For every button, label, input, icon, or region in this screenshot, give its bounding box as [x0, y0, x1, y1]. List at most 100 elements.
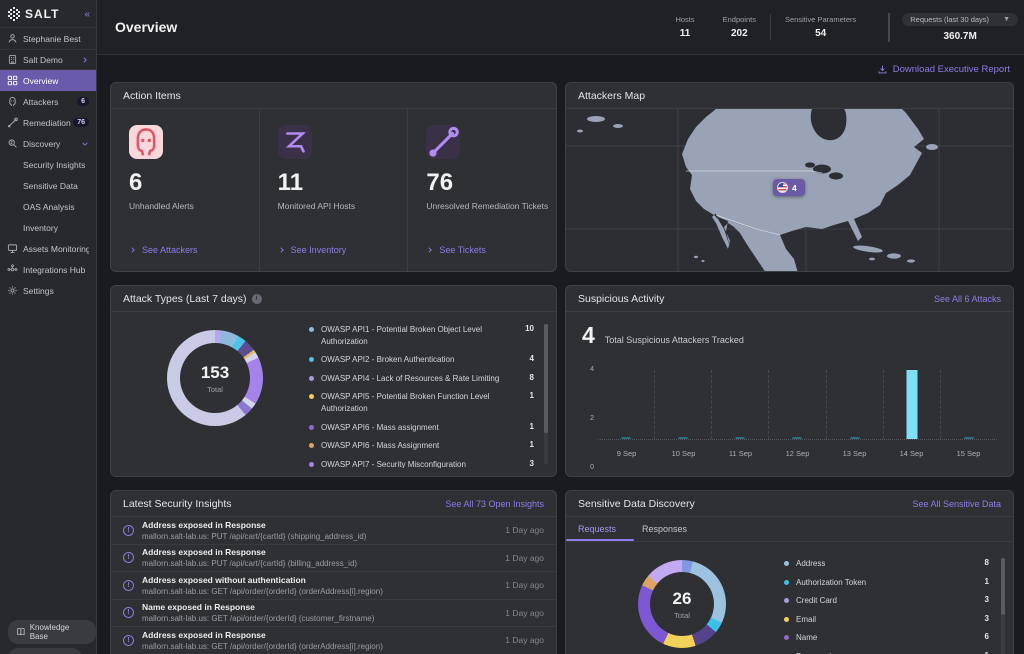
legend-dot — [309, 462, 314, 467]
sidebar-item-label: Attackers — [23, 97, 77, 107]
insight-time: 1 Day ago — [505, 525, 544, 535]
sidebar-item-security-insights[interactable]: Security Insights — [0, 154, 96, 175]
attackers-map-title: Attackers Map — [578, 90, 645, 102]
see-all-attacks-link[interactable]: See All 6 Attacks — [934, 294, 1001, 304]
insight-title: Address exposed in Response — [142, 520, 497, 530]
suspicious-activity-panel: Suspicious Activity See All 6 Attacks 4 … — [565, 285, 1014, 477]
legend-item: OWASP API2 - Broken Authentication4 — [309, 354, 534, 366]
attack-types-donut-chart[interactable]: 153 Total — [167, 330, 263, 426]
sidebar-item-label: Settings — [23, 286, 89, 296]
world-map[interactable]: 4 — [566, 109, 1013, 271]
see-all-insights-link[interactable]: See All 73 Open Insights — [445, 499, 544, 509]
legend-value: 8 — [975, 558, 989, 567]
insight-row[interactable]: !Address exposed in Responsemallorn.salt… — [111, 545, 556, 573]
insight-row[interactable]: !Address exposed in Responsemallorn.salt… — [111, 627, 556, 654]
download-report-link[interactable]: Download Executive Report — [877, 64, 1010, 75]
insight-title: Name exposed in Response — [142, 602, 497, 612]
action-card-link[interactable]: See Inventory — [278, 245, 347, 255]
tab-responses[interactable]: Responses — [642, 517, 687, 541]
knowledge-base-button[interactable]: Knowledge Base — [8, 620, 96, 644]
alert-circle-icon: ! — [123, 552, 134, 563]
action-card-label: Monitored API Hosts — [278, 201, 408, 211]
action-card-link[interactable]: See Tickets — [426, 245, 486, 255]
see-all-sensitive-link[interactable]: See All Sensitive Data — [912, 499, 1001, 509]
salt-logo-icon — [7, 7, 21, 21]
sidebar-item-assets-monitoring[interactable]: Assets Monitoring — [0, 238, 96, 259]
insight-time: 1 Day ago — [505, 580, 544, 590]
gear-icon — [7, 285, 18, 296]
map-attacker-marker[interactable]: 4 — [773, 179, 805, 196]
stat-label: Hosts — [675, 15, 694, 24]
info-icon[interactable]: i — [252, 294, 262, 304]
user-menu[interactable]: Stephanie Best — [0, 28, 96, 49]
sidebar-item-inventory[interactable]: Inventory — [0, 217, 96, 238]
legend-value: 1 — [975, 577, 989, 586]
monitor-icon — [7, 243, 18, 254]
legend-value: 1 — [520, 391, 534, 400]
legend-label: Address — [796, 558, 975, 570]
sidebar-item-integrations-hub[interactable]: Integrations Hub — [0, 259, 96, 280]
attack-types-legend: OWASP API1 - Potential Broken Object Lev… — [309, 324, 534, 468]
legend-item: Address8 — [784, 558, 989, 570]
chevron-down-icon: ▼ — [1003, 16, 1010, 23]
action-card: 6Unhandled AlertsSee Attackers — [111, 109, 259, 271]
legend-label: OWASP API1 - Potential Broken Object Lev… — [321, 324, 520, 347]
sidebar-item-settings[interactable]: Settings — [0, 280, 96, 301]
zero-mark — [964, 437, 973, 439]
org-switcher[interactable]: Salt Demo — [0, 49, 96, 70]
bar-column-13-Sep — [827, 370, 884, 439]
insight-detail: mallorn.salt-lab.us: GET /api/order/{ord… — [142, 587, 497, 596]
legend-label: OWASP API6 - Mass assignment — [321, 422, 520, 434]
x-tick-label: 9 Sep — [598, 449, 655, 458]
sensitive-data-donut-chart[interactable]: 26 Total — [638, 560, 726, 648]
download-icon — [877, 64, 888, 75]
stat-label: Sensitive Parameters — [785, 15, 856, 24]
sidebar-item-discovery[interactable]: Discovery — [0, 133, 96, 154]
sidebar-collapse-icon[interactable]: « — [84, 9, 90, 20]
sidebar-item-sensitive-data[interactable]: Sensitive Data — [0, 175, 96, 196]
legend-value: 1 — [520, 422, 534, 431]
bar-column-14-Sep — [884, 370, 941, 439]
sidebar-item-overview[interactable]: Overview — [0, 70, 96, 91]
legend-dot — [784, 598, 789, 603]
sidebar-item-attackers[interactable]: Attackers6 — [0, 91, 96, 112]
action-card-link[interactable]: See Attackers — [129, 245, 198, 255]
suspicious-bar-chart[interactable] — [598, 370, 997, 440]
zero-mark — [850, 437, 859, 439]
legend-dot — [784, 561, 789, 566]
bar[interactable] — [906, 370, 917, 439]
insight-detail: mallorn.salt-lab.us: GET /api/order/{ord… — [142, 614, 497, 623]
x-tick-label: 13 Sep — [826, 449, 883, 458]
tools-icon — [7, 117, 18, 128]
legend-scrollbar[interactable] — [544, 324, 548, 464]
action-card-link-label: See Attackers — [142, 245, 198, 255]
marker-count: 4 — [792, 183, 797, 193]
requests-range-dropdown[interactable]: Requests (last 30 days) ▼ — [902, 13, 1018, 26]
legend-dot — [309, 376, 314, 381]
stat-hosts: Hosts11 — [661, 15, 708, 39]
sidebar-item-remediation[interactable]: Remediation76 — [0, 112, 96, 133]
sidebar-subitem-label: Inventory — [23, 223, 89, 233]
tab-requests[interactable]: Requests — [578, 517, 616, 541]
sidebar-item-oas-analysis[interactable]: OAS Analysis — [0, 196, 96, 217]
salt-dashboard: SALT « Stephanie Best Salt Demo Overview… — [0, 0, 1024, 654]
insight-row[interactable]: !Address exposed in Responsemallorn.salt… — [111, 517, 556, 545]
sidebar-item-label: Remediation — [23, 118, 73, 128]
legend-scrollbar[interactable] — [1001, 558, 1005, 654]
hub-icon — [7, 264, 18, 275]
person-icon — [7, 33, 18, 44]
sidebar-bottom-button-cutoff[interactable] — [8, 648, 82, 654]
attack-types-panel: Attack Types (Last 7 days) i 153 Total O… — [110, 285, 557, 477]
legend-dot — [309, 394, 314, 399]
legend-label: Credit Card — [796, 595, 975, 607]
legend-item: OWASP API1 - Potential Broken Object Lev… — [309, 324, 534, 347]
attacker-icon — [129, 125, 163, 159]
insight-row[interactable]: !Address exposed without authenticationm… — [111, 572, 556, 600]
insight-title: Address exposed without authentication — [142, 575, 497, 585]
legend-item: OWASP API5 - Potential Broken Function L… — [309, 391, 534, 414]
x-tick-label: 12 Sep — [769, 449, 826, 458]
insight-time: 1 Day ago — [505, 635, 544, 645]
legend-value: 6 — [975, 632, 989, 641]
y-tick-label: 4 — [582, 366, 594, 373]
insight-row[interactable]: !Name exposed in Responsemallorn.salt-la… — [111, 600, 556, 628]
